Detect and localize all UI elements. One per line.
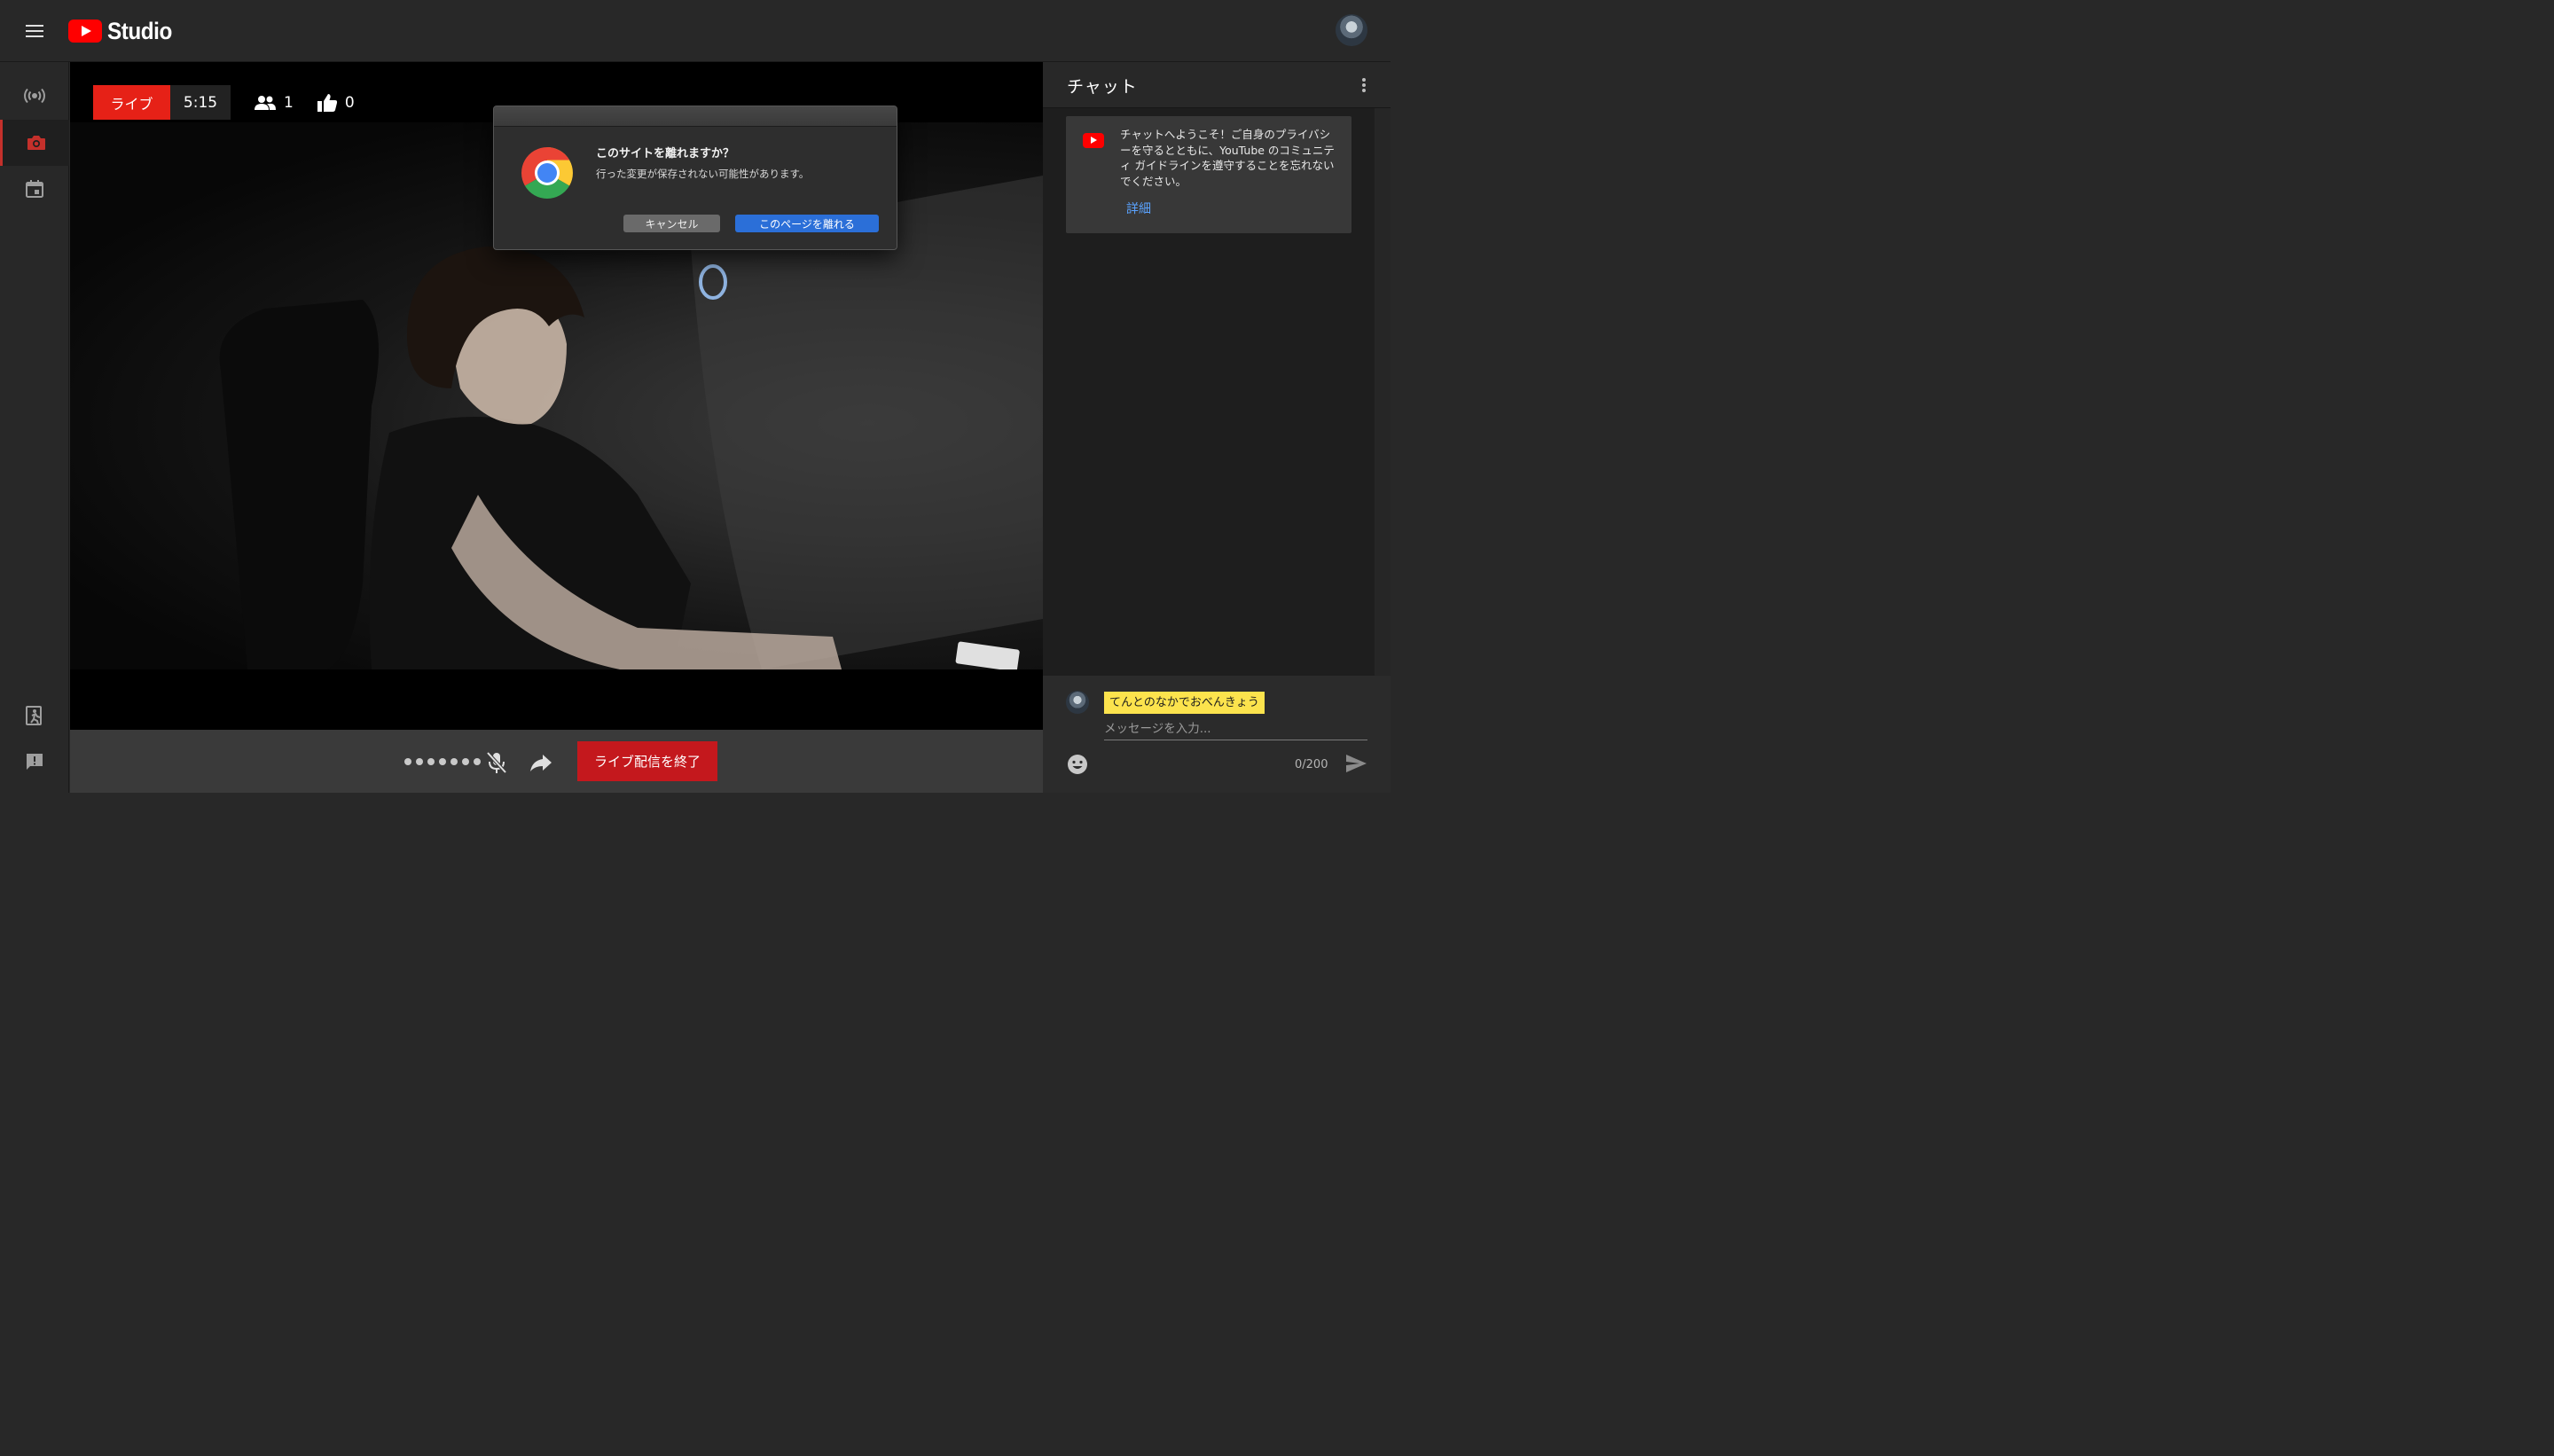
leave-site-dialog: このサイトを離れますか？ 行った変更が保存されない可能性があります。 キャンセル…	[493, 106, 897, 250]
character-counter: 0/200	[1295, 758, 1328, 771]
chat-message-input[interactable]	[1104, 718, 1367, 740]
youtube-studio-logo[interactable]: Studio	[68, 14, 179, 48]
chat-header: チャット	[1043, 62, 1391, 108]
leave-page-button[interactable]: このページを離れる	[735, 215, 879, 232]
thumbs-up-icon	[317, 93, 337, 112]
live-broadcast-icon	[24, 88, 45, 104]
chat-user-name: てんとのなかでおべんきょう	[1104, 692, 1265, 714]
welcome-message: チャットへようこそ！ご自身のプライバシーを守るとともに、YouTube のコミュ…	[1120, 128, 1335, 188]
webcam-icon	[27, 136, 45, 150]
left-rail	[0, 62, 69, 793]
chat-composer: てんとのなかでおべんきょう 0/200	[1043, 676, 1391, 793]
top-bar: Studio	[0, 0, 1391, 62]
more-options-icon	[1362, 78, 1366, 82]
chat-scrollbar[interactable]	[1375, 108, 1391, 676]
end-stream-button[interactable]: ライブ配信を終了	[577, 741, 717, 781]
hamburger-icon	[26, 25, 43, 27]
stream-stats-bar: ライブ 5:15 1 0	[93, 85, 355, 120]
dialog-message: 行った変更が保存されない可能性があります。	[596, 168, 810, 180]
chat-panel: チャット チャットへようこそ！ご自身のプライバシーを守るとともに、YouTube…	[1043, 62, 1391, 793]
rail-item-schedule[interactable]	[0, 166, 69, 212]
menu-button[interactable]	[18, 15, 51, 47]
stream-controls-bar: ライブ配信を終了	[70, 730, 1043, 793]
share-icon	[530, 755, 552, 771]
emoji-icon	[1068, 755, 1087, 774]
dialog-titlebar	[494, 106, 897, 127]
calendar-icon	[26, 180, 43, 198]
share-button[interactable]	[528, 749, 554, 776]
avatar	[1066, 691, 1089, 714]
logo-text: Studio	[107, 17, 172, 44]
rail-item-stream[interactable]	[0, 73, 69, 119]
live-badge: ライブ	[93, 85, 170, 120]
mic-off-icon	[486, 751, 507, 774]
viewers-icon	[255, 95, 276, 110]
account-avatar[interactable]	[1336, 14, 1367, 46]
stream-duration: 5:15	[170, 85, 231, 120]
mute-mic-button[interactable]	[483, 749, 510, 776]
cancel-button[interactable]: キャンセル	[623, 215, 720, 232]
chrome-logo-icon	[521, 147, 573, 199]
rail-item-exit[interactable]	[0, 693, 69, 739]
feedback-icon	[27, 754, 43, 770]
learn-more-link[interactable]: 詳細	[1126, 200, 1151, 217]
viewer-count: 1	[254, 94, 294, 112]
send-icon	[1346, 755, 1367, 772]
rail-item-feedback[interactable]	[0, 739, 69, 785]
app-window: Studio ライブ 5:15 1 0 ライブ配信を終了 チャット チャットへよ…	[0, 0, 1391, 793]
chat-more-options-button[interactable]	[1355, 74, 1373, 96]
youtube-logo-icon	[1083, 133, 1104, 148]
chat-welcome-card: チャットへようこそ！ご自身のプライバシーを守るとともに、YouTube のコミュ…	[1066, 116, 1351, 233]
like-count: 0	[317, 93, 355, 113]
emoji-button[interactable]	[1067, 754, 1088, 775]
exit-studio-icon	[26, 706, 42, 725]
rail-item-webcam[interactable]	[0, 120, 69, 166]
send-button[interactable]	[1344, 752, 1367, 775]
dialog-title: このサイトを離れますか？	[596, 147, 735, 160]
chat-title: チャット	[1067, 77, 1138, 97]
like-count-value: 0	[344, 93, 355, 112]
audio-level-indicator	[404, 758, 481, 765]
viewer-count-value: 1	[284, 93, 294, 112]
youtube-logo-icon	[68, 20, 102, 43]
